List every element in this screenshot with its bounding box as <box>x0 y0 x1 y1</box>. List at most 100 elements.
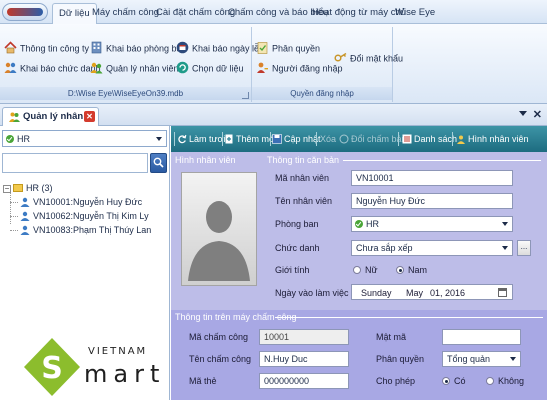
select-data-button[interactable]: Chọn dữ liệu <box>176 60 244 76</box>
tree-item-employee[interactable]: VN10083:Phạm Thị Thúy Lan <box>3 223 168 237</box>
user-icon <box>20 211 30 221</box>
machine-name-field[interactable]: N.Huy Duc <box>259 351 349 367</box>
app-menu-button[interactable] <box>2 3 48 21</box>
tree-item-employee[interactable]: VN10062:Nguyễn Thị Kim Ly <box>3 209 168 223</box>
card-code-label: Mã thẻ <box>189 376 217 386</box>
tree-item-employee[interactable]: VN10001:Nguyễn Huy Đức <box>3 195 168 209</box>
app-logo-icon <box>7 8 43 16</box>
tree-node-label: HR (3) <box>26 183 53 193</box>
department-select[interactable]: HR <box>2 130 167 147</box>
add-document-icon <box>225 134 233 144</box>
delete-button[interactable]: Xóa <box>320 131 336 147</box>
date-weekday[interactable]: Sunday <box>361 286 392 299</box>
ribbon-group-data: Thông tin công ty Khai báo chức danh Kha… <box>0 27 259 102</box>
refresh-icon <box>178 134 187 143</box>
folder-icon <box>13 183 23 192</box>
gender-male-radio[interactable] <box>396 266 404 274</box>
photo-section-title: Hình nhân viên <box>175 155 236 165</box>
employee-management-button[interactable]: Quản lý nhân viên <box>90 60 179 76</box>
update-button[interactable]: Cập nhật <box>272 131 321 147</box>
search-button[interactable] <box>150 153 167 173</box>
watermark-line1: VIETNAM <box>88 346 148 357</box>
employee-tree: − HR (3) VN10001:Nguyễn Huy Đức VN10062:N… <box>3 181 168 237</box>
tree-node-hr[interactable]: − HR (3) <box>3 181 168 195</box>
menu-bar: Dữ liệu Máy chấm công Cài đặt chấm công … <box>0 0 547 24</box>
calendar-icon <box>176 41 189 54</box>
permission-button[interactable]: Phân quyền <box>256 40 320 56</box>
ribbon-group-login: Phân quyền Người đăng nhập Đổi mật khẩu … <box>252 27 403 102</box>
employees-tab-icon <box>9 112 20 122</box>
gender-female-radio[interactable] <box>353 266 361 274</box>
start-date-label: Ngày vào làm việc <box>275 288 349 298</box>
gender-female-label: Nữ <box>365 265 378 275</box>
search-row <box>2 153 167 173</box>
user-icon <box>20 197 30 207</box>
company-info-button[interactable]: Thông tin công ty <box>4 40 89 56</box>
user-group-icon <box>4 62 17 74</box>
department-dropdown[interactable]: HR <box>351 216 513 232</box>
machine-code-label: Mã chấm công <box>189 332 249 342</box>
photo-icon <box>457 135 465 144</box>
employee-toolbar: Làm tươi Thêm mới Cập nhật Xóa Đổi chấm … <box>171 126 547 152</box>
machine-code-field[interactable]: 10001 <box>259 329 349 345</box>
privilege-label: Phân quyền <box>376 354 425 364</box>
clipboard-check-icon <box>257 42 268 54</box>
employee-photo[interactable] <box>181 172 257 286</box>
calendar-icon[interactable] <box>498 288 507 297</box>
allow-yes-label: Có <box>454 376 466 386</box>
card-code-field[interactable]: 000000000 <box>259 373 349 389</box>
position-browse-button[interactable]: ... <box>517 240 531 256</box>
change-code-button[interactable]: Đổi chấm bản <box>339 131 407 147</box>
start-date-picker[interactable]: Sunday May 01, 2016 <box>351 284 513 300</box>
allow-no-label: Không <box>498 376 525 386</box>
employee-photo-button[interactable]: Hình nhân viên <box>456 131 529 147</box>
refresh-button[interactable]: Làm tươi <box>177 131 225 147</box>
ribbon: Thông tin công ty Khai báo chức danh Kha… <box>0 24 547 104</box>
login-group-label: Quyền đăng nhập <box>252 87 392 100</box>
close-window-icon[interactable]: ✕ <box>533 108 542 121</box>
gender-label: Giới tính <box>275 265 310 275</box>
tab-wise-eye[interactable]: Wise Eye <box>389 3 441 24</box>
password-field[interactable] <box>442 329 521 345</box>
login-user-button[interactable]: Người đăng nhập <box>256 60 342 76</box>
smart-logo-icon: S <box>24 338 80 396</box>
chevron-down-icon[interactable] <box>153 131 166 146</box>
basic-info-section-title: Thông tin căn bản <box>267 155 340 165</box>
department-setup-button[interactable]: Khai báo phòng ban <box>90 40 187 56</box>
department-dropdown-value: HR <box>366 219 379 229</box>
allow-no-radio[interactable] <box>486 377 494 385</box>
allow-yes-radio[interactable] <box>442 377 450 385</box>
tree-item-label: VN10001:Nguyễn Huy Đức <box>33 197 143 207</box>
employee-form: Hình nhân viên Thông tin căn bản Mã nhân… <box>171 152 547 400</box>
database-path-label: D:\Wise Eye\WiseEyeOn39.mdb <box>0 87 251 100</box>
machine-info-section: Thông tin trên máy chấm công Mã chấm côn… <box>171 310 547 400</box>
privilege-dropdown[interactable]: Tổng quản <box>442 351 521 367</box>
active-check-icon <box>355 220 363 228</box>
add-button[interactable]: Thêm mới <box>224 131 277 147</box>
position-dropdown[interactable]: Chưa sắp xếp <box>351 240 513 256</box>
home-icon <box>4 41 17 54</box>
key-icon <box>334 52 347 62</box>
employees-icon <box>90 62 103 74</box>
search-input[interactable] <box>2 153 148 173</box>
list-button[interactable]: Danh sách <box>402 131 457 147</box>
emp-name-field[interactable]: Nguyễn Huy Đức <box>351 193 513 209</box>
tab-list-dropdown-icon[interactable] <box>519 111 527 116</box>
allow-label: Cho phép <box>376 376 416 386</box>
date-month[interactable]: May <box>406 286 423 299</box>
collapse-icon[interactable]: − <box>3 184 11 193</box>
position-setup-button[interactable]: Khai báo chức danh <box>4 60 101 76</box>
holiday-setup-button[interactable]: Khai báo ngày lễ <box>176 40 259 56</box>
change-password-button[interactable]: Đổi mật khẩu <box>334 50 403 66</box>
avatar-placeholder-icon <box>188 201 250 281</box>
group-launcher-icon[interactable] <box>242 92 249 99</box>
department-select-value: HR <box>17 134 30 144</box>
emp-code-field[interactable]: VN10001 <box>351 170 513 186</box>
refresh-database-icon <box>176 61 189 74</box>
machine-name-label: Tên chấm công <box>189 354 252 364</box>
tab-employee-management[interactable]: Quản lý nhân viên ✕ <box>2 107 99 139</box>
tree-item-label: VN10083:Phạm Thị Thúy Lan <box>33 225 152 235</box>
close-tab-icon[interactable]: ✕ <box>84 111 95 122</box>
svg-text:S: S <box>41 351 63 386</box>
date-day-year[interactable]: 01, 2016 <box>430 286 465 299</box>
